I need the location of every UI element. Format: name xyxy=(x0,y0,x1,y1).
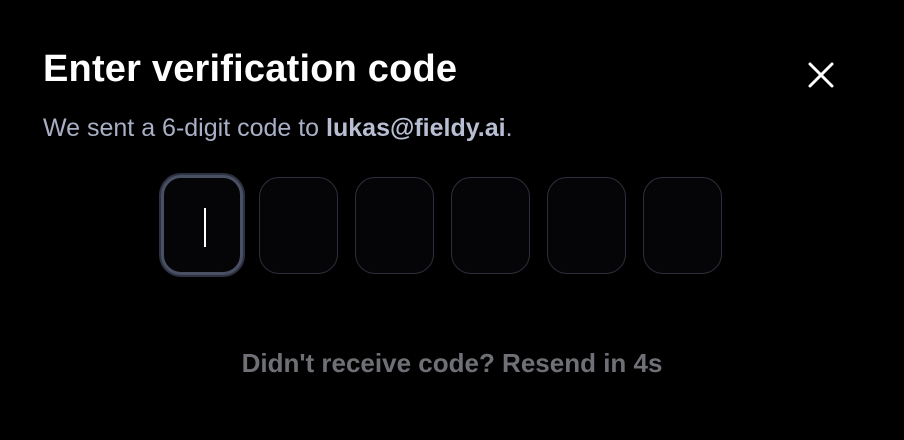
code-digit-input-6[interactable] xyxy=(643,177,722,274)
dialog-title: Enter verification code xyxy=(43,48,458,90)
subtitle-suffix: . xyxy=(505,114,513,142)
verification-dialog: Enter verification code We sent a 6-digi… xyxy=(0,0,904,440)
dialog-subtitle: We sent a 6-digit code to lukas@fieldy.a… xyxy=(43,112,513,144)
code-digit-input-1[interactable] xyxy=(161,175,243,275)
code-digit-input-3[interactable] xyxy=(355,177,434,274)
text-caret xyxy=(204,208,206,247)
close-icon xyxy=(808,62,834,88)
code-digit-input-4[interactable] xyxy=(451,177,530,274)
code-input-group xyxy=(161,175,722,275)
close-button[interactable] xyxy=(802,56,840,94)
subtitle-prefix: We sent a 6-digit code to xyxy=(43,114,327,142)
resend-code-text: Didn't receive code? Resend in 4s xyxy=(241,348,663,378)
code-digit-input-2[interactable] xyxy=(259,177,338,274)
code-digit-input-5[interactable] xyxy=(547,177,626,274)
email-address: lukas@fieldy.ai xyxy=(326,114,506,142)
